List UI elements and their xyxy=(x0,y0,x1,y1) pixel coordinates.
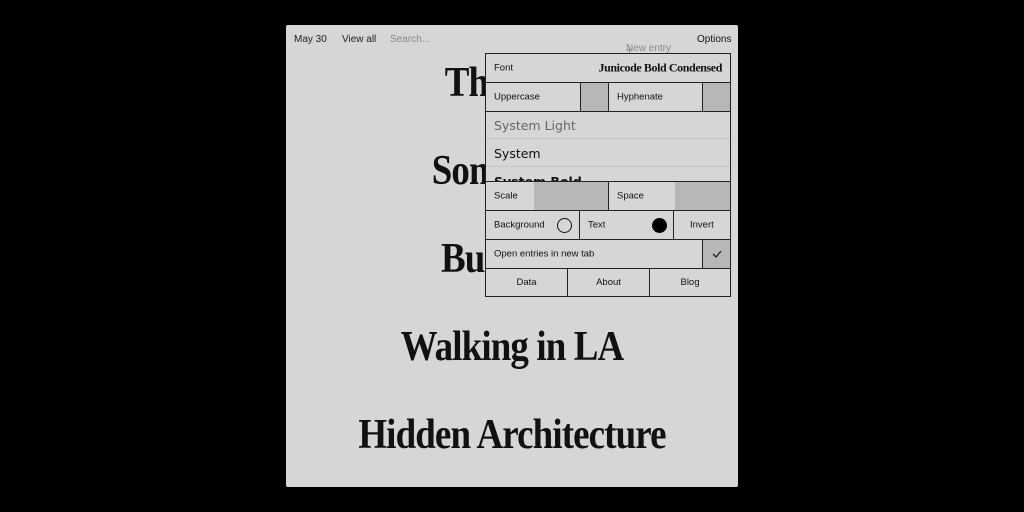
background-color-picker[interactable]: Background xyxy=(486,211,579,239)
text-color-picker[interactable]: Text xyxy=(579,211,673,239)
blog-link[interactable]: Blog xyxy=(649,269,730,297)
entry-title[interactable]: Hidden Architecture xyxy=(313,411,711,459)
open-new-tab-label: Open entries in new tab xyxy=(494,248,595,260)
checkmark-icon xyxy=(712,250,722,258)
font-option[interactable]: System Light xyxy=(486,112,730,139)
options-button[interactable]: Options xyxy=(697,34,731,45)
data-link[interactable]: Data xyxy=(486,269,567,297)
invert-button[interactable]: Invert xyxy=(673,211,730,239)
font-value: Junicode Bold Condensed xyxy=(598,60,722,75)
space-label: Space xyxy=(617,190,644,202)
options-panel: Font Junicode Bold Condensed Uppercase H… xyxy=(485,53,731,297)
uppercase-label: Uppercase xyxy=(494,91,540,103)
space-control: Space xyxy=(608,182,675,210)
app-window: May 30 View all Search... + New entry Opt… xyxy=(286,25,738,487)
text-label: Text xyxy=(588,219,606,231)
font-option-label: System Light xyxy=(494,118,576,133)
scale-slider[interactable] xyxy=(534,182,608,210)
view-all-link[interactable]: View all xyxy=(342,34,376,45)
font-option[interactable]: System xyxy=(486,140,730,167)
uppercase-switch[interactable] xyxy=(580,83,608,111)
open-new-tab-row[interactable]: Open entries in new tab xyxy=(486,240,730,269)
date-link[interactable]: May 30 xyxy=(294,34,327,45)
search-input[interactable]: Search... xyxy=(390,34,430,45)
background-swatch-icon xyxy=(557,218,572,233)
space-slider[interactable] xyxy=(675,182,730,210)
invert-label: Invert xyxy=(690,219,714,231)
scale-space-row: Scale Space xyxy=(486,182,730,211)
scale-label: Scale xyxy=(494,190,518,202)
font-row[interactable]: Font Junicode Bold Condensed xyxy=(486,54,730,83)
top-bar: May 30 View all Search... + New entry Opt… xyxy=(286,25,738,57)
text-toggles-row: Uppercase Hyphenate xyxy=(486,83,730,112)
hyphenate-toggle[interactable]: Hyphenate xyxy=(608,83,702,111)
scale-control: Scale xyxy=(486,182,534,210)
font-option[interactable]: System Bold xyxy=(486,168,730,182)
about-link[interactable]: About xyxy=(567,269,649,297)
hyphenate-switch[interactable] xyxy=(702,83,730,111)
background-label: Background xyxy=(494,219,545,231)
color-row: Background Text Invert xyxy=(486,211,730,240)
entry-title[interactable]: Walking in LA xyxy=(313,323,711,371)
open-new-tab-checkbox[interactable] xyxy=(702,240,730,268)
font-option-label: System xyxy=(494,146,541,161)
hyphenate-label: Hyphenate xyxy=(617,91,663,103)
font-label: Font xyxy=(494,62,514,74)
text-swatch-icon xyxy=(652,218,667,233)
uppercase-toggle[interactable]: Uppercase xyxy=(486,83,580,111)
font-picker-list[interactable]: System Light System System Bold xyxy=(486,112,730,182)
font-option-label: System Bold xyxy=(494,174,582,182)
footer-links-row: Data About Blog xyxy=(486,269,730,297)
